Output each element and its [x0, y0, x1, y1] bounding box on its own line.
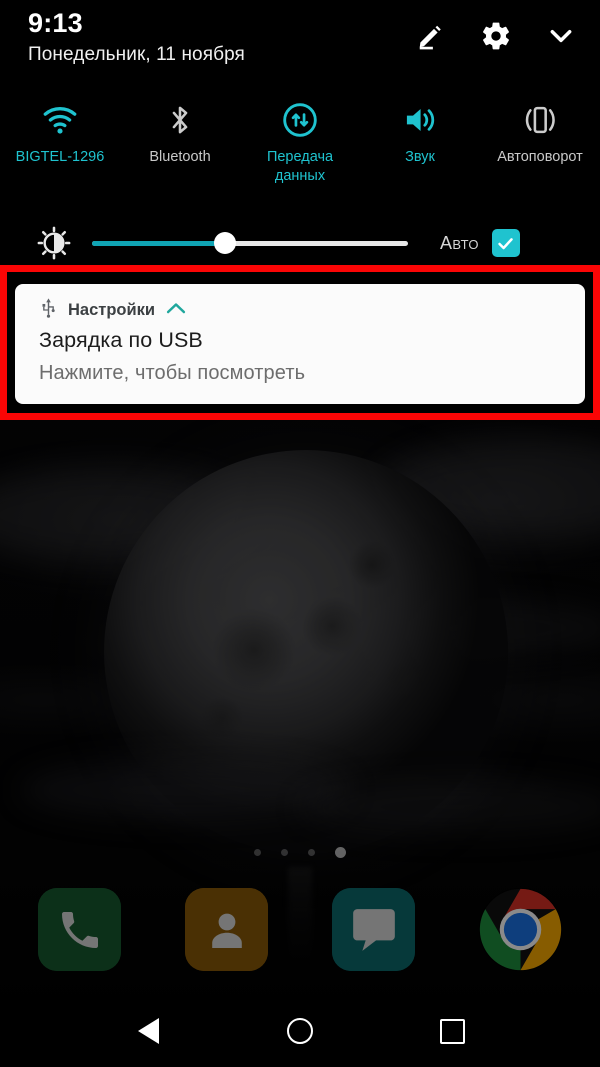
- app-icon-chrome[interactable]: [479, 888, 562, 971]
- notification-title: Зарядка по USB: [39, 328, 203, 352]
- tile-sound[interactable]: Звук: [360, 100, 480, 186]
- gear-icon[interactable]: [477, 17, 515, 55]
- tile-auto-rotate[interactable]: Автоповорот: [480, 100, 600, 186]
- dock: [0, 888, 600, 971]
- auto-brightness-label: Авто: [440, 232, 479, 253]
- back-icon[interactable]: [124, 1007, 172, 1055]
- chevron-up-icon[interactable]: [165, 301, 187, 320]
- recents-icon[interactable]: [428, 1007, 476, 1055]
- notification-card-usb-charging[interactable]: Настройки Зарядка по USB Нажмите, чтобы …: [15, 284, 585, 404]
- page-dot[interactable]: [308, 849, 315, 856]
- tile-wifi[interactable]: BIGTEL-1296: [0, 100, 120, 186]
- brightness-slider[interactable]: [92, 232, 408, 254]
- brightness-slider-fill: [92, 241, 225, 246]
- notification-app-row: Настройки: [39, 297, 187, 323]
- shade-header: 9:13 Понедельник, 11 ноября: [0, 0, 600, 82]
- wifi-icon: [41, 100, 79, 140]
- navigation-bar: [0, 995, 600, 1067]
- clock-time: 9:13: [28, 8, 83, 38]
- auto-brightness-checkbox[interactable]: [491, 229, 520, 257]
- home-icon[interactable]: [276, 1007, 324, 1055]
- tile-bluetooth[interactable]: Bluetooth: [120, 100, 240, 186]
- quick-settings-tiles: BIGTEL-1296 Bluetooth Передача данных Зв…: [0, 100, 600, 186]
- usb-icon: [39, 297, 58, 323]
- clock-date: Понедельник, 11 ноября: [28, 44, 245, 65]
- phone-screen: 9:13 Понедельник, 11 ноября BIGTEL-1296 …: [0, 0, 600, 1067]
- brightness-icon: [36, 225, 72, 261]
- mobile-data-icon: [282, 100, 318, 140]
- page-indicator-dots: [0, 847, 600, 858]
- app-icon-contacts[interactable]: [185, 888, 268, 971]
- notification-highlight-box: Настройки Зарядка по USB Нажмите, чтобы …: [0, 265, 600, 420]
- app-icon-phone[interactable]: [38, 888, 121, 971]
- tile-label-auto-rotate: Автоповорот: [497, 149, 583, 165]
- page-dot[interactable]: [335, 847, 346, 858]
- bluetooth-icon: [165, 100, 195, 140]
- volume-icon: [402, 100, 438, 140]
- tile-label-bluetooth: Bluetooth: [149, 149, 211, 165]
- chevron-down-icon[interactable]: [542, 17, 580, 55]
- edit-icon[interactable]: [412, 17, 450, 55]
- page-dot[interactable]: [254, 849, 261, 856]
- notification-subtitle: Нажмите, чтобы посмотреть: [39, 362, 306, 384]
- notification-shade: 9:13 Понедельник, 11 ноября BIGTEL-1296 …: [0, 0, 600, 265]
- brightness-row: Авто: [0, 222, 600, 264]
- tile-mobile-data[interactable]: Передача данных: [240, 100, 360, 186]
- app-icon-messages[interactable]: [332, 888, 415, 971]
- brightness-slider-thumb[interactable]: [213, 232, 236, 254]
- tile-label-mobile-data: Передача данных: [266, 149, 334, 184]
- tile-label-sound: Звук: [405, 149, 435, 165]
- shade-header-actions: [412, 17, 580, 55]
- notification-app-name: Настройки: [68, 300, 156, 319]
- auto-rotate-icon: [521, 100, 559, 140]
- page-dot[interactable]: [281, 849, 288, 856]
- tile-label-wifi: BIGTEL-1296: [15, 149, 105, 165]
